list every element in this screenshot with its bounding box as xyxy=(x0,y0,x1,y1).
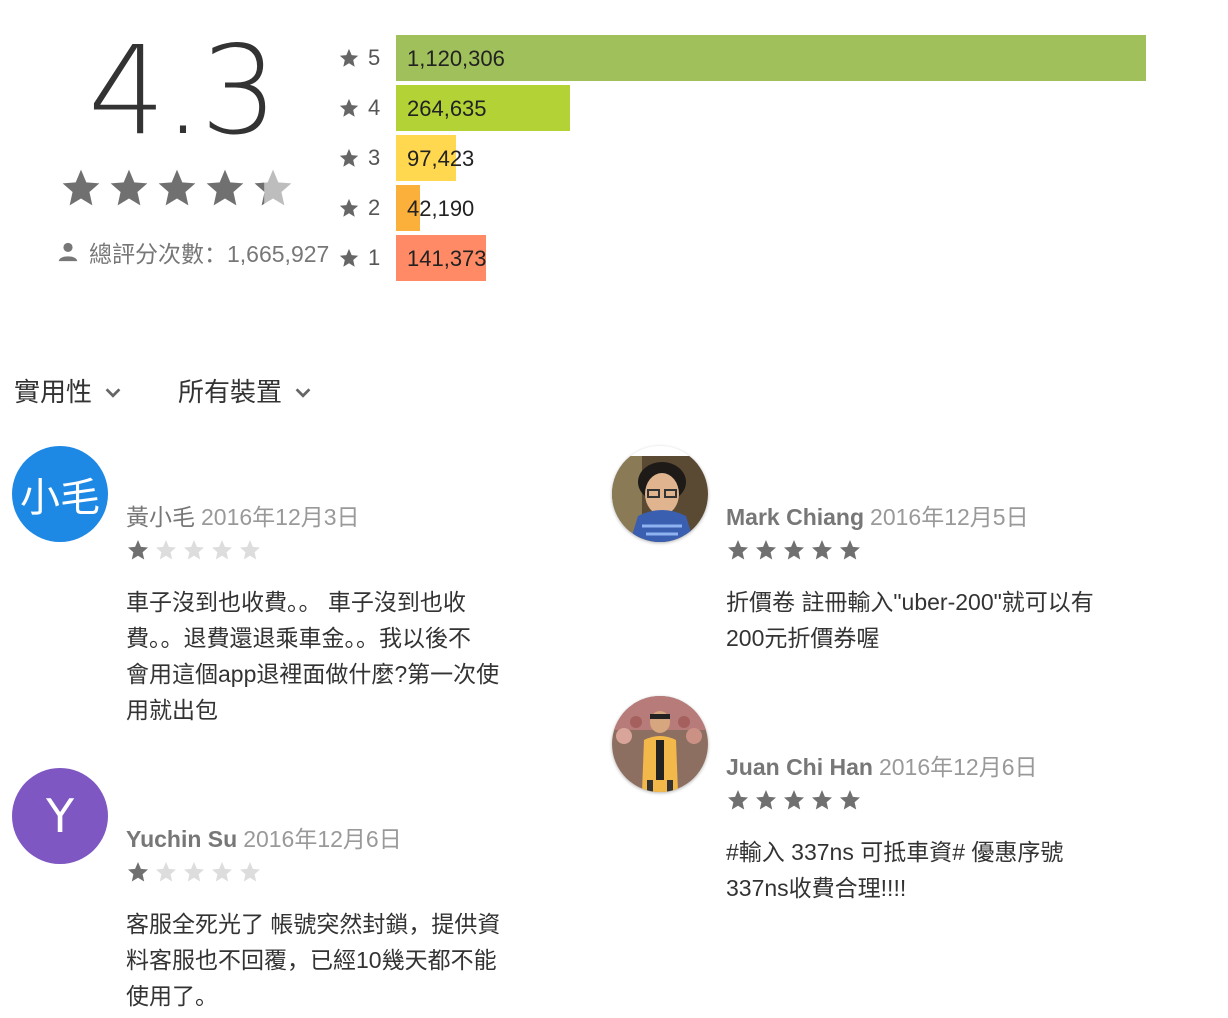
star-icon xyxy=(339,198,359,217)
user-photo-icon xyxy=(612,446,708,542)
histogram-label: 3 xyxy=(338,135,380,181)
histogram-count: 141,373 xyxy=(407,246,487,271)
star-icon xyxy=(156,862,176,882)
star-icon xyxy=(156,540,176,560)
review-date: 2016年12月5日 xyxy=(870,504,1029,530)
star-icon xyxy=(339,248,359,267)
star-icon xyxy=(110,169,148,206)
avatar: 小毛 xyxy=(12,446,108,542)
star-icon xyxy=(128,540,148,560)
review-author[interactable]: Yuchin Su xyxy=(126,826,237,852)
person-icon xyxy=(58,242,78,262)
review-header: Juan Chi Han 2016年12月6日 xyxy=(726,748,1038,782)
star-icon xyxy=(784,790,804,810)
total-ratings: 總評分次數：1,665,927 xyxy=(57,235,329,269)
star-icon xyxy=(158,169,196,206)
star-icon xyxy=(840,540,860,560)
star-icon xyxy=(728,540,748,560)
review-date: 2016年12月6日 xyxy=(878,754,1038,780)
review-header: Yuchin Su 2016年12月6日 xyxy=(126,820,402,854)
star-icon xyxy=(728,790,748,810)
review-stars xyxy=(124,860,264,884)
average-star-rating xyxy=(57,166,297,210)
device-dropdown-label: 所有裝置 xyxy=(178,377,283,407)
review-author[interactable]: Mark Chiang xyxy=(726,504,864,530)
device-dropdown[interactable]: 所有裝置 xyxy=(178,372,314,409)
review-body: 折價卷 註冊輸入"uber-200"就可以有 200元折價券喔 xyxy=(726,589,1094,651)
review-author[interactable]: 黃小毛 xyxy=(126,504,195,530)
user-photo-icon xyxy=(612,696,708,792)
star-icon xyxy=(339,48,359,67)
chevron-down-icon xyxy=(105,387,121,398)
star-icon xyxy=(184,540,204,560)
chevron-down-icon xyxy=(295,387,311,398)
avatar xyxy=(612,446,708,542)
histogram-label: 1 xyxy=(338,235,380,281)
review-stars xyxy=(124,538,264,562)
review-body: 客服全死光了 帳號突然封鎖，提供資 料客服也不回覆，已經10幾天都不能 使用了。 xyxy=(126,911,501,1009)
avatar: Y xyxy=(12,768,108,864)
star-icon xyxy=(240,540,260,560)
star-icon xyxy=(339,148,359,167)
sort-dropdown[interactable]: 實用性 xyxy=(14,372,124,409)
star-icon xyxy=(812,540,832,560)
star-icon xyxy=(840,790,860,810)
average-score: 4.3 xyxy=(88,20,278,162)
histogram-label: 4 xyxy=(338,85,380,131)
star-icon xyxy=(206,169,244,206)
sort-dropdown-label: 實用性 xyxy=(14,377,93,407)
star-icon xyxy=(128,862,148,882)
star-icon xyxy=(184,862,204,882)
histogram-count: 42,190 xyxy=(407,196,475,221)
star-icon xyxy=(254,169,292,206)
star-icon xyxy=(756,540,776,560)
total-ratings-label: 總評分次數：1,665,927 xyxy=(89,241,330,267)
histogram-bar xyxy=(396,35,1146,81)
star-icon xyxy=(212,540,232,560)
histogram-count: 264,635 xyxy=(407,96,487,121)
review-stars xyxy=(724,788,864,812)
review-date: 2016年12月6日 xyxy=(243,826,402,852)
histogram-count: 1,120,306 xyxy=(407,46,505,71)
histogram-label: 2 xyxy=(338,185,380,231)
review-header: 黃小毛 2016年12月3日 xyxy=(126,498,360,532)
star-icon xyxy=(812,790,832,810)
histogram-label: 5 xyxy=(338,35,380,81)
star-icon xyxy=(339,98,359,117)
review-author[interactable]: Juan Chi Han xyxy=(726,754,873,780)
review-date: 2016年12月3日 xyxy=(201,504,360,530)
star-icon xyxy=(212,862,232,882)
review-stars xyxy=(724,538,864,562)
review-body: 車子沒到也收費。。 車子沒到也收 費。。退費還退乘車金。。我以後不 會用這個ap… xyxy=(126,589,500,723)
avatar xyxy=(612,696,708,792)
star-icon xyxy=(62,169,100,206)
star-icon xyxy=(240,862,260,882)
histogram-count: 97,423 xyxy=(407,146,475,171)
review-header: Mark Chiang 2016年12月5日 xyxy=(726,498,1029,532)
review-body: #輸入 337ns 可抵車資# 優惠序號 337ns收費合理!!!! xyxy=(726,839,1064,901)
star-icon xyxy=(784,540,804,560)
star-icon xyxy=(756,790,776,810)
